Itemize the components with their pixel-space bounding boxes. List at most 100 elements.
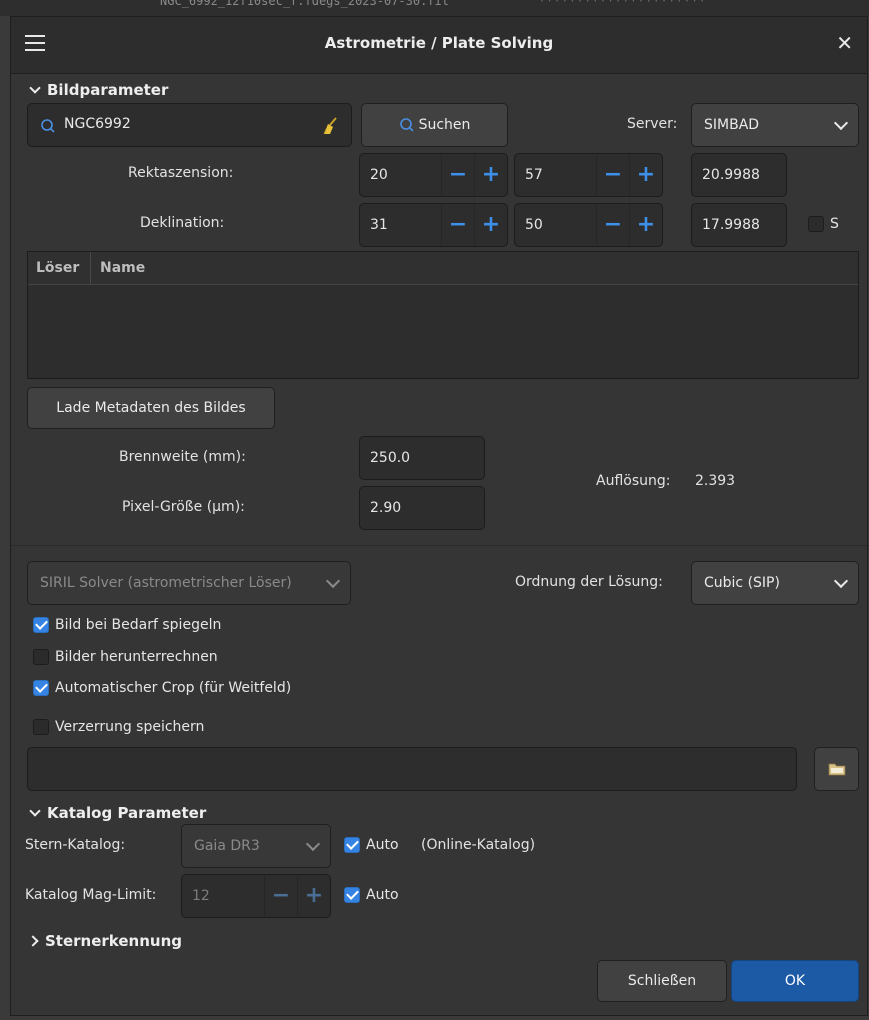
focal-length-field[interactable]: 250.0 — [359, 436, 485, 480]
south-checkbox-box[interactable] — [808, 216, 824, 232]
minus-icon[interactable]: − — [596, 154, 629, 196]
catalog-auto-checkbox[interactable]: Auto — [344, 837, 399, 853]
dec-label: Deklination: — [140, 215, 225, 231]
autocrop-checkbox[interactable]: Automatischer Crop (für Weitfeld) — [33, 680, 291, 696]
solution-order-value: Cubic (SIP) — [704, 575, 780, 591]
downscale-checkbox-box[interactable] — [33, 649, 49, 665]
mag-limit-value[interactable]: 12 — [182, 875, 264, 917]
chevron-down-icon — [833, 573, 849, 588]
title-bar: Astrometrie / Plate Solving ✕ — [11, 17, 867, 74]
flip-checkbox[interactable]: Bild bei Bedarf spiegeln — [33, 617, 221, 633]
dec-seconds-field[interactable]: 17.9988 — [691, 203, 787, 247]
server-combo[interactable]: SIMBAD — [691, 103, 859, 147]
ok-button[interactable]: OK — [731, 960, 859, 1002]
dec-minutes-spin[interactable]: 50 − + — [514, 203, 663, 247]
katalog-expander[interactable]: Katalog Parameter — [29, 804, 206, 822]
online-catalog-label: (Online-Katalog) — [421, 837, 536, 853]
chevron-down-icon — [305, 836, 321, 851]
search-button-label: Suchen — [418, 117, 471, 133]
autocrop-label: Automatischer Crop (für Weitfeld) — [55, 680, 292, 696]
distortion-file-field[interactable] — [27, 747, 797, 791]
south-label: S — [830, 216, 839, 232]
dialog-title: Astrometrie / Plate Solving — [324, 34, 554, 52]
sternerkennung-header: Sternerkennung — [45, 932, 182, 950]
star-catalog-value: Gaia DR3 — [194, 838, 260, 854]
column-header-loeser[interactable]: Löser — [36, 260, 79, 276]
distortion-checkbox-box[interactable] — [33, 719, 49, 735]
ra-minutes-value[interactable]: 57 — [515, 154, 596, 196]
load-metadata-button[interactable]: Lade Metadaten des Bildes — [27, 387, 275, 429]
load-metadata-label: Lade Metadaten des Bildes — [56, 400, 246, 416]
plus-icon[interactable]: + — [629, 204, 662, 246]
ra-hours-spin[interactable]: 20 − + — [359, 153, 508, 197]
minus-icon[interactable]: − — [596, 204, 629, 246]
search-icon — [399, 118, 414, 132]
ra-hours-value[interactable]: 20 — [360, 154, 441, 196]
downscale-checkbox[interactable]: Bilder herunterrechnen — [33, 649, 218, 665]
pixel-size-label: Pixel-Größe (µm): — [122, 499, 245, 515]
sternerkennung-expander[interactable]: Sternerkennung — [27, 932, 182, 950]
search-input[interactable]: NGC6992 — [64, 116, 131, 132]
catalog-auto-checkbox-box[interactable] — [344, 837, 360, 853]
chevron-down-icon — [29, 82, 41, 94]
ra-minutes-spin[interactable]: 57 − + — [514, 153, 663, 197]
mag-limit-label: Katalog Mag-Limit: — [25, 887, 157, 903]
dec-degrees-spin[interactable]: 31 − + — [359, 203, 508, 247]
downscale-label: Bilder herunterrechnen — [55, 649, 218, 665]
divider — [11, 545, 867, 546]
flip-label: Bild bei Bedarf spiegeln — [55, 617, 222, 633]
solver-results-table[interactable]: Löser Name — [27, 251, 859, 379]
chevron-down-icon — [29, 805, 41, 817]
close-icon[interactable]: ✕ — [836, 31, 853, 55]
catalog-auto-label: Auto — [366, 837, 399, 853]
background-filename: NGC_6992_12f10sec_f.fdegs_2023-07-30.fit — [160, 0, 449, 8]
solution-order-combo[interactable]: Cubic (SIP) — [691, 561, 859, 605]
ra-label: Rektaszension: — [128, 165, 234, 181]
dec-degrees-value[interactable]: 31 — [360, 204, 441, 246]
server-value: SIMBAD — [704, 117, 760, 133]
chevron-down-icon — [325, 573, 341, 588]
browse-folder-button[interactable] — [814, 747, 859, 791]
plus-icon[interactable]: + — [297, 875, 330, 917]
ra-seconds-field[interactable]: 20.9988 — [691, 153, 787, 197]
star-catalog-label: Stern-Katalog: — [25, 837, 126, 853]
minus-icon[interactable]: − — [441, 204, 474, 246]
object-search-field[interactable]: NGC6992 — [27, 103, 352, 147]
search-icon — [41, 119, 55, 133]
folder-icon — [828, 763, 845, 776]
star-catalog-combo[interactable]: Gaia DR3 — [181, 824, 331, 868]
distortion-checkbox[interactable]: Verzerrung speichern — [33, 719, 204, 735]
background-text: · · · · · · · · · · · · · · · · · · · · … — [540, 0, 705, 8]
pixel-size-field[interactable]: 2.90 — [359, 486, 485, 530]
flip-checkbox-box[interactable] — [33, 617, 49, 633]
solution-order-label: Ordnung der Lösung: — [515, 574, 663, 590]
plus-icon[interactable]: + — [474, 154, 507, 196]
focal-length-label: Brennweite (mm): — [119, 449, 246, 465]
plus-icon[interactable]: + — [474, 204, 507, 246]
plus-icon[interactable]: + — [629, 154, 662, 196]
close-button[interactable]: Schließen — [597, 960, 727, 1002]
katalog-header: Katalog Parameter — [47, 804, 207, 822]
south-checkbox[interactable]: S — [808, 216, 839, 232]
bildparameter-header: Bildparameter — [47, 81, 169, 99]
column-header-name[interactable]: Name — [100, 260, 145, 276]
mag-auto-checkbox-box[interactable] — [344, 887, 360, 903]
minus-icon[interactable]: − — [441, 154, 474, 196]
bildparameter-expander[interactable]: Bildparameter — [29, 81, 168, 99]
table-header: Löser Name — [28, 252, 858, 285]
server-label: Server: — [627, 116, 678, 132]
chevron-right-icon — [27, 935, 39, 947]
astrometry-dialog: Astrometrie / Plate Solving ✕ Bildparame… — [10, 16, 868, 1016]
minus-icon[interactable]: − — [264, 875, 297, 917]
search-button[interactable]: Suchen — [361, 103, 508, 147]
dec-minutes-value[interactable]: 50 — [515, 204, 596, 246]
solver-combo[interactable]: SIRIL Solver (astrometrischer Löser) — [27, 561, 351, 605]
background-window-strip: NGC_6992_12f10sec_f.fdegs_2023-07-30.fit… — [0, 0, 869, 16]
mag-auto-label: Auto — [366, 887, 399, 903]
column-divider — [90, 252, 91, 284]
clear-broom-icon[interactable] — [320, 116, 340, 136]
autocrop-checkbox-box[interactable] — [33, 680, 49, 696]
ok-button-label: OK — [784, 973, 806, 989]
mag-auto-checkbox[interactable]: Auto — [344, 887, 399, 903]
mag-limit-spin[interactable]: 12 − + — [181, 874, 331, 918]
